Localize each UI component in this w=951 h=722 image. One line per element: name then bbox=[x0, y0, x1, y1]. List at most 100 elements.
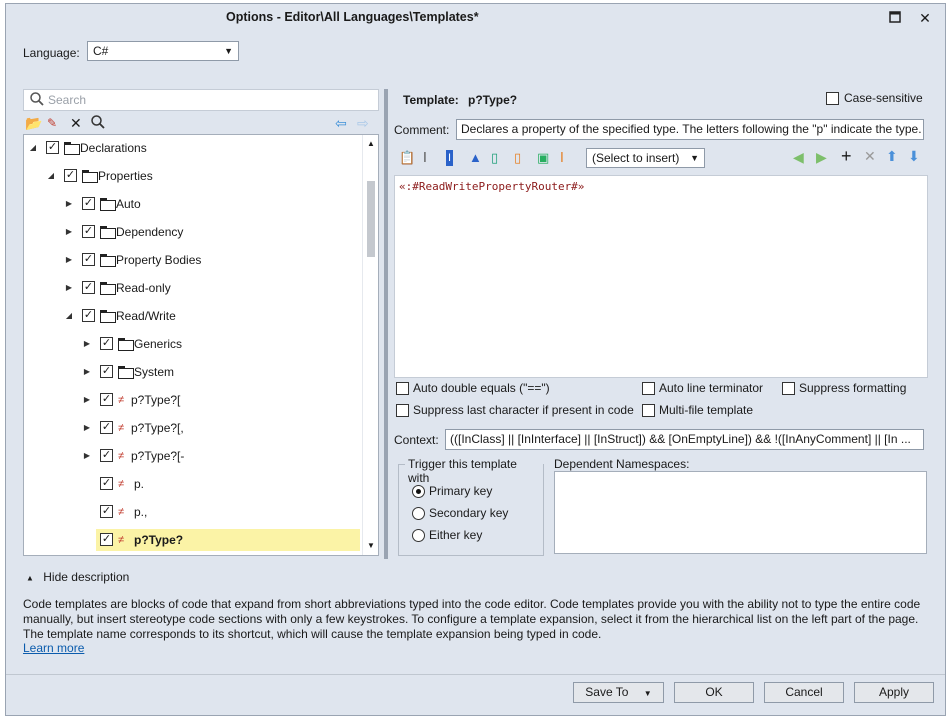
suppress-formatting-checkbox[interactable] bbox=[782, 382, 795, 395]
collapse-icon[interactable]: ▶ bbox=[82, 445, 92, 467]
scroll-down-icon[interactable]: ▼ bbox=[363, 541, 378, 550]
insert-select[interactable]: (Select to insert) ▼ bbox=[586, 148, 705, 168]
checkbox[interactable]: ✓ bbox=[82, 281, 95, 294]
collapse-icon[interactable]: ▶ bbox=[64, 193, 74, 215]
text-cursor-icon[interactable]: Ⅰ bbox=[423, 150, 427, 166]
tree-item-template[interactable]: ▶ ✓ ≠ p?Type?[ bbox=[24, 389, 362, 411]
cancel-button[interactable]: Cancel bbox=[764, 682, 844, 703]
checkbox[interactable]: ✓ bbox=[100, 421, 113, 434]
expand-icon[interactable]: ◢ bbox=[46, 165, 56, 187]
either-key-radio[interactable] bbox=[412, 529, 425, 542]
tree-item-declarations[interactable]: ◢ ✓ Declarations bbox=[24, 137, 362, 159]
field-icon[interactable]: ▯ bbox=[491, 150, 498, 166]
text-cursor-selected-icon[interactable]: I bbox=[446, 150, 454, 166]
primary-key-radio[interactable] bbox=[412, 485, 425, 498]
collapse-icon[interactable]: ▶ bbox=[82, 417, 92, 439]
checkbox[interactable]: ✓ bbox=[100, 449, 113, 462]
collapse-icon[interactable]: ▶ bbox=[64, 221, 74, 243]
remove-icon[interactable]: ✕ bbox=[864, 148, 876, 165]
paste-icon[interactable]: 📋 bbox=[399, 150, 415, 166]
tree-item-selected[interactable]: ✓ ≠ p?Type? bbox=[96, 529, 360, 551]
scroll-thumb[interactable] bbox=[367, 181, 375, 257]
previous-icon[interactable]: ◀ bbox=[793, 149, 804, 166]
tree-item-template[interactable]: ✓ ≠ p. bbox=[24, 473, 362, 495]
hide-description-toggle[interactable]: ▲ Hide description bbox=[26, 570, 129, 584]
auto-line-terminator-checkbox[interactable] bbox=[642, 382, 655, 395]
close-icon[interactable]: ✕ bbox=[914, 8, 936, 28]
collapse-icon[interactable]: ▶ bbox=[82, 361, 92, 383]
tree-item-template[interactable]: ▶ ✓ ≠ p?Type?[, bbox=[24, 417, 362, 439]
collapse-icon[interactable]: ▶ bbox=[82, 333, 92, 355]
checkbox[interactable]: ✓ bbox=[64, 169, 77, 182]
tree-item-label: p?Type?[- bbox=[131, 449, 185, 463]
triangle-icon[interactable]: ▲ bbox=[469, 150, 482, 166]
multi-file-checkbox[interactable] bbox=[642, 404, 655, 417]
suppress-last-char-checkbox[interactable] bbox=[396, 404, 409, 417]
tree-item-label: p. bbox=[134, 477, 145, 491]
checkbox[interactable]: ✓ bbox=[82, 253, 95, 266]
checkbox[interactable]: ✓ bbox=[82, 225, 95, 238]
arrow-right-icon[interactable]: ⇨ bbox=[357, 114, 369, 132]
delete-icon[interactable]: ✕ bbox=[70, 114, 82, 132]
learn-more-link[interactable]: Learn more bbox=[23, 641, 84, 655]
expand-icon[interactable]: ◢ bbox=[28, 137, 38, 159]
next-icon[interactable]: ▶ bbox=[816, 149, 827, 166]
tree-item-read-only[interactable]: ▶ ✓ Read-only bbox=[24, 277, 362, 299]
search-input[interactable]: Search bbox=[23, 89, 379, 111]
secondary-key-radio[interactable] bbox=[412, 507, 425, 520]
options-window: Options - Editor\All Languages\Templates… bbox=[5, 3, 946, 716]
case-sensitive-checkbox[interactable] bbox=[826, 92, 839, 105]
new-folder-icon[interactable]: 📂 bbox=[25, 114, 42, 132]
scroll-up-icon[interactable]: ▲ bbox=[363, 139, 378, 148]
comment-field[interactable]: Declares a property of the specified typ… bbox=[456, 119, 924, 140]
template-code-editor[interactable]: «:#ReadWritePropertyRouter#» bbox=[394, 175, 928, 378]
tree-item-dependency[interactable]: ▶ ✓ Dependency bbox=[24, 221, 362, 243]
collapse-icon[interactable]: ▶ bbox=[64, 249, 74, 271]
tree-item-property-bodies[interactable]: ▶ ✓ Property Bodies bbox=[24, 249, 362, 271]
panel-splitter[interactable] bbox=[384, 89, 388, 559]
checkbox[interactable]: ✓ bbox=[100, 477, 113, 490]
tree-item-template[interactable]: ✓ ≠ p., bbox=[24, 501, 362, 523]
auto-double-equals-checkbox[interactable] bbox=[396, 382, 409, 395]
arrow-left-icon[interactable]: ⇦ bbox=[335, 114, 347, 132]
tree-item-properties[interactable]: ◢ ✓ Properties bbox=[24, 165, 362, 187]
tree-item-label: System bbox=[134, 365, 175, 379]
checkbox[interactable]: ✓ bbox=[100, 393, 113, 406]
namespaces-field[interactable] bbox=[554, 471, 927, 554]
move-up-icon[interactable]: ⬆ bbox=[886, 148, 898, 165]
checkbox[interactable]: ✓ bbox=[100, 365, 113, 378]
move-down-icon[interactable]: ⬇ bbox=[908, 148, 920, 165]
collapse-icon[interactable]: ▶ bbox=[82, 389, 92, 411]
checkbox[interactable]: ✓ bbox=[100, 533, 113, 546]
cursor-orange-icon[interactable]: Ⅰ bbox=[560, 150, 564, 166]
apply-button[interactable]: Apply bbox=[854, 682, 934, 703]
field-green-icon[interactable]: ▣ bbox=[537, 150, 549, 166]
checkbox[interactable]: ✓ bbox=[82, 309, 95, 322]
tree-item-template[interactable]: ▶ ✓ ≠ p?Type?[- bbox=[24, 445, 362, 467]
template-code: «:#ReadWritePropertyRouter#» bbox=[399, 180, 585, 193]
case-sensitive-label: Case-sensitive bbox=[844, 91, 923, 105]
checkbox[interactable]: ✓ bbox=[100, 505, 113, 518]
tree-item-generics[interactable]: ▶ ✓ Generics bbox=[24, 333, 362, 355]
add-icon[interactable]: + bbox=[841, 146, 852, 167]
tree-item-system[interactable]: ▶ ✓ System bbox=[24, 361, 362, 383]
new-template-icon[interactable]: ✎ bbox=[47, 114, 57, 132]
collapse-icon[interactable]: ▶ bbox=[64, 277, 74, 299]
save-to-button[interactable]: Save To ▼ bbox=[573, 682, 664, 703]
tree-item-read-write[interactable]: ◢ ✓ Read/Write bbox=[24, 305, 362, 327]
expand-icon[interactable]: ◢ bbox=[64, 305, 74, 327]
checkbox[interactable]: ✓ bbox=[82, 197, 95, 210]
checkbox[interactable]: ✓ bbox=[100, 337, 113, 350]
language-select[interactable]: C# ▼ bbox=[87, 41, 239, 61]
template-tree[interactable]: ◢ ✓ Declarations ◢ ✓ Properties ▶ ✓ Auto… bbox=[23, 134, 379, 556]
ok-button[interactable]: OK bbox=[674, 682, 754, 703]
find-icon[interactable] bbox=[90, 114, 106, 134]
context-field[interactable]: (([InClass] || [InInterface] || [InStruc… bbox=[445, 429, 924, 450]
maximize-icon[interactable] bbox=[884, 8, 906, 28]
folder-icon bbox=[118, 366, 134, 379]
tree-scrollbar[interactable]: ▲ ▼ bbox=[362, 135, 378, 555]
checkbox[interactable]: ✓ bbox=[46, 141, 59, 154]
field-orange-icon[interactable]: ▯ bbox=[514, 150, 521, 166]
tree-item-auto[interactable]: ▶ ✓ Auto bbox=[24, 193, 362, 215]
folder-icon bbox=[100, 226, 116, 239]
